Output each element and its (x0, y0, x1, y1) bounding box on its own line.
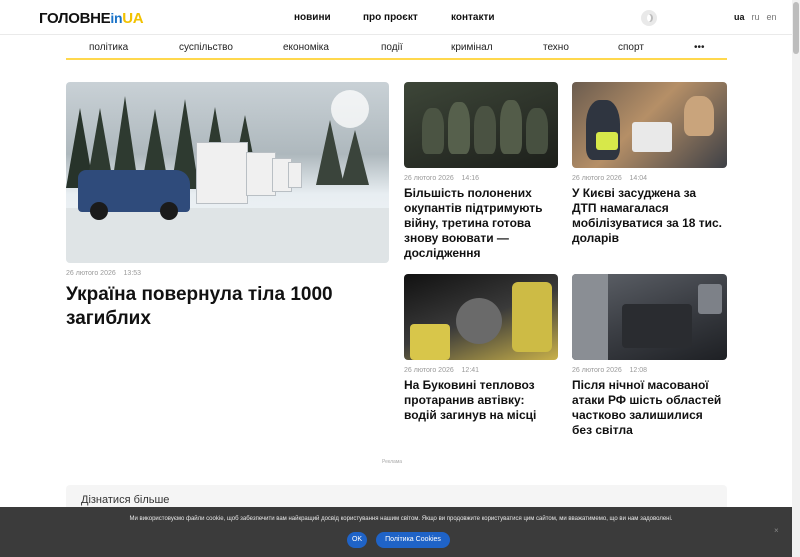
category-society[interactable]: суспільство (179, 42, 233, 53)
card-3-date: 26 лютого 2026 (404, 367, 454, 374)
category-economy[interactable]: економіка (283, 42, 329, 53)
hero-time: 13:53 (123, 270, 142, 277)
lang-en[interactable]: en (767, 12, 777, 22)
category-politics[interactable]: політика (89, 42, 128, 53)
card-2-image[interactable] (572, 82, 727, 168)
cookie-close-icon[interactable]: × (774, 527, 782, 535)
cookie-ok-button[interactable]: OK (347, 532, 367, 548)
category-crime[interactable]: кримінал (451, 42, 493, 53)
lang-ru[interactable]: ru (752, 12, 760, 22)
card-4-time: 12:08 (629, 367, 648, 374)
card-4-image[interactable] (572, 274, 727, 360)
card-2-meta: 26 лютого 2026 14:04 (572, 175, 647, 182)
card-3-image[interactable] (404, 274, 558, 360)
site-logo[interactable]: ГОЛОВНЕinUA (39, 10, 144, 27)
hero-meta: 26 лютого 2026 13:53 (66, 270, 141, 277)
hero-image[interactable] (66, 82, 389, 263)
dark-mode-toggle-icon[interactable] (641, 10, 657, 26)
cookie-policy-button[interactable]: Політика Cookies (376, 532, 450, 548)
card-4-meta: 26 лютого 2026 12:08 (572, 367, 647, 374)
more-categories-icon[interactable]: ••• (694, 42, 705, 53)
learn-more-label: Дізнатися більше (81, 494, 170, 506)
card-4-date: 26 лютого 2026 (572, 367, 622, 374)
logo-part-1: ГОЛОВНЕ (39, 10, 111, 27)
card-3-headline[interactable]: На Буковині тепловоз протаранив автівку:… (404, 378, 556, 423)
nav-link-news[interactable]: новини (294, 12, 331, 23)
category-tech[interactable]: техно (543, 42, 569, 53)
language-switcher: ua ru en (734, 12, 784, 22)
category-sport[interactable]: спорт (618, 42, 644, 53)
scrollbar-thumb[interactable] (793, 2, 799, 54)
watermark-emblem-icon (331, 90, 369, 128)
site-header: ГОЛОВНЕinUA новини про проєкт контакти u… (0, 0, 792, 35)
card-2-time: 14:04 (629, 175, 648, 182)
nav-link-contacts[interactable]: контакти (451, 12, 495, 23)
card-2-headline[interactable]: У Києві засуджена за ДТП намагалася мобі… (572, 186, 722, 246)
hero-date: 26 лютого 2026 (66, 270, 116, 277)
scrollbar[interactable] (792, 0, 800, 557)
card-1-time: 14:16 (461, 175, 480, 182)
lang-ua[interactable]: ua (734, 12, 745, 22)
nav-link-about[interactable]: про проєкт (363, 12, 418, 23)
ad-label: Реклама (382, 459, 403, 465)
category-nav: політика суспільство економіка події кри… (66, 36, 727, 60)
card-4-headline[interactable]: Після нічної масованої атаки РФ шість об… (572, 378, 724, 438)
card-1-date: 26 лютого 2026 (404, 175, 454, 182)
logo-part-2: in (110, 10, 123, 26)
card-1-meta: 26 лютого 2026 14:16 (404, 175, 479, 182)
cookie-text: Ми використовуємо файли cookie, щоб забе… (129, 516, 673, 522)
card-3-time: 12:41 (461, 367, 480, 374)
logo-part-3: UA (122, 10, 144, 27)
card-1-headline[interactable]: Більшість полонених окупантів підтримуют… (404, 186, 556, 261)
card-2-date: 26 лютого 2026 (572, 175, 622, 182)
card-3-meta: 26 лютого 2026 12:41 (404, 367, 479, 374)
hero-headline[interactable]: Україна повернула тіла 1000 загиблих (66, 283, 386, 331)
category-events[interactable]: події (381, 42, 403, 53)
card-1-image[interactable] (404, 82, 558, 168)
